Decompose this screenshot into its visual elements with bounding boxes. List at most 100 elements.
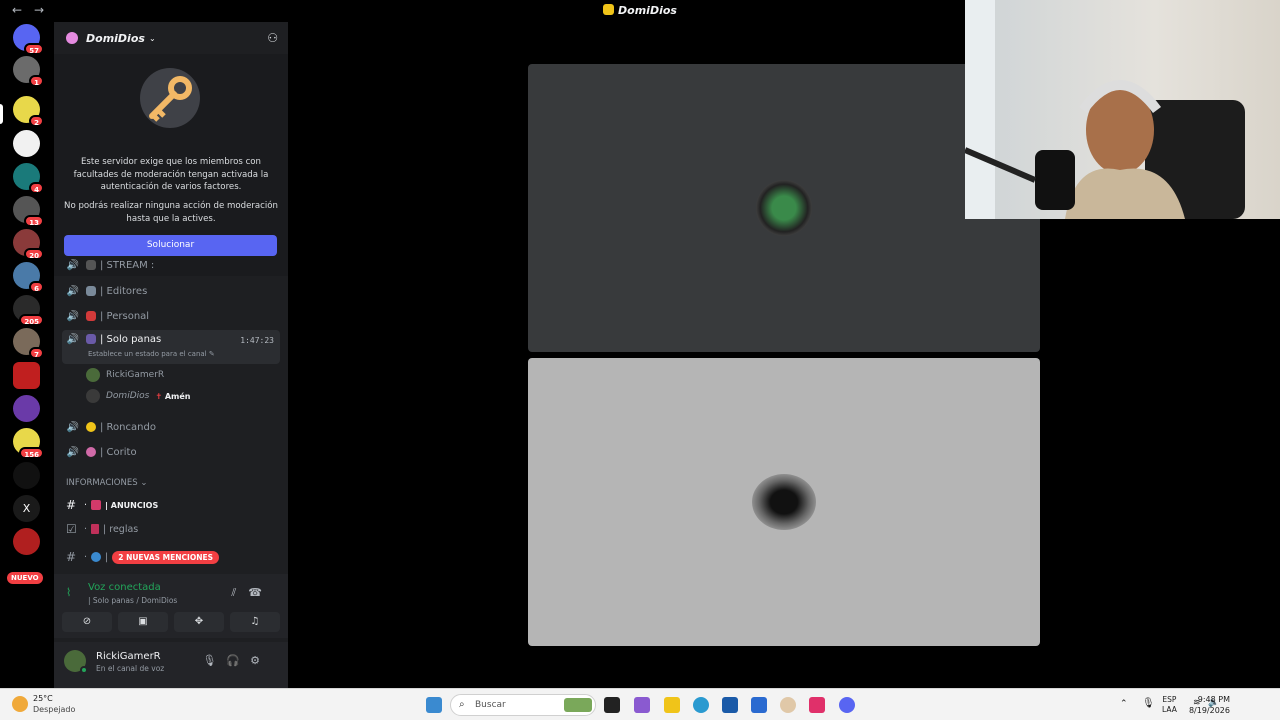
copilot-icon[interactable] (634, 697, 650, 713)
voice-channel-corito[interactable]: 🔊 | Corito (62, 441, 280, 463)
server-name: DomiDios (86, 31, 145, 45)
channel-divider: | (105, 551, 109, 563)
server-icon[interactable]: 13 (13, 196, 44, 227)
new-mentions-pill[interactable]: 2 NUEVAS MENCIONES (112, 550, 220, 564)
server-icon[interactable] (13, 395, 40, 422)
voice-channel-roncando[interactable]: 🔊 | Roncando (62, 416, 280, 438)
discord-taskbar-icon[interactable] (839, 697, 855, 713)
call-duration: 1:47:23 (240, 336, 274, 345)
fix-mfa-button[interactable]: Solucionar (64, 235, 277, 256)
microphone-tray-icon[interactable]: 🎙 (1142, 698, 1155, 709)
language-indicator[interactable]: ESP LAA (1162, 695, 1177, 715)
online-status-icon (80, 666, 88, 674)
voice-channel-personal[interactable]: 🔊 | Personal (62, 305, 280, 327)
avatar (752, 474, 816, 530)
text-channel-anuncios[interactable]: # · | ANUNCIOS (62, 494, 280, 516)
category-label: INFORMACIONES (66, 478, 138, 488)
layout-code: LAA (1162, 705, 1177, 714)
avatar (756, 180, 812, 236)
server-icon[interactable]: 20 (13, 229, 44, 260)
channel-emoji-icon (86, 260, 96, 270)
participant-tile[interactable] (528, 358, 1040, 646)
activities-button[interactable]: ✥ (174, 612, 224, 632)
voice-connection-panel: ⌇ Voz conectada | Solo panas / DomiDios … (54, 574, 288, 638)
voice-channel-stream[interactable]: 🔊 | STREAM : (62, 256, 280, 274)
chevron-down-icon: ⌄ (140, 478, 148, 488)
gear-icon[interactable]: ⚙ (250, 654, 270, 667)
category-informaciones[interactable]: INFORMACIONES ⌄ (66, 478, 147, 488)
task-view-icon[interactable] (604, 697, 620, 713)
weather-moon-icon[interactable] (12, 696, 28, 712)
unread-badge: 2 (29, 115, 44, 127)
username[interactable]: RickiGamerR (96, 651, 161, 662)
disconnect-icon[interactable]: ☎ (248, 586, 274, 599)
server-icon[interactable] (13, 462, 40, 489)
mfa-warning: No podrás realizar ninguna acción de mod… (64, 201, 278, 224)
unread-badge: 1 (29, 75, 44, 87)
server-icon[interactable] (13, 362, 40, 389)
home-discord-icon[interactable]: 57 (13, 24, 44, 55)
channel-label: | Roncando (100, 421, 156, 433)
voice-channel-solo-panas[interactable]: 🔊 | Solo panas 1:47:23 Establece un esta… (62, 330, 280, 364)
pencil-icon: ✎ (208, 350, 215, 358)
text-channel-globe[interactable]: # · | 2 NUEVAS MENCIONES (62, 546, 280, 568)
channel-emoji-icon (86, 311, 96, 321)
speaker-icon: 🔊 (66, 310, 80, 322)
key-illustration-icon (140, 68, 200, 128)
x-server-icon[interactable]: X (13, 495, 40, 522)
soundboard-button[interactable]: ♫ (230, 612, 280, 632)
avatar (86, 389, 100, 403)
text-channel-reglas[interactable]: ☑ · | reglas (62, 518, 280, 540)
member-name: DomiDios (106, 391, 150, 401)
voice-member[interactable]: DomiDios ✝ Amén (86, 387, 191, 405)
outlook-icon[interactable] (751, 697, 767, 713)
camera-off-button[interactable]: ⊘ (62, 612, 112, 632)
user-status: En el canal de voz (96, 664, 165, 673)
edge-icon[interactable] (693, 697, 709, 713)
rules-icon: ☑ (66, 522, 77, 536)
server-icon[interactable]: 6 (13, 262, 44, 293)
start-windows-icon[interactable] (426, 697, 442, 713)
server-icon[interactable]: 1 (13, 56, 44, 87)
participant-tile[interactable] (528, 64, 1040, 352)
unread-badge: 4 (29, 182, 44, 194)
server-icon[interactable]: 156 (13, 428, 44, 459)
server-header[interactable]: DomiDios ⌄ ⚇ (54, 22, 288, 54)
server-icon[interactable]: 205 (13, 295, 44, 326)
channel-label: | STREAM : (100, 259, 155, 271)
noise-suppression-icon[interactable]: ⫽ (231, 586, 248, 599)
invite-people-icon[interactable]: ⚇ (267, 31, 278, 45)
headphones-icon[interactable]: 🎧 (226, 654, 250, 667)
server-icon[interactable]: 7 (13, 328, 44, 359)
voice-member[interactable]: RickiGamerR (86, 366, 164, 384)
voice-channel-editores[interactable]: 🔊 | Editores (62, 280, 280, 302)
share-screen-button[interactable]: ▣ (118, 612, 168, 632)
file-explorer-icon[interactable] (664, 697, 680, 713)
system-clock[interactable]: 9:48 PM 8/19/2026 (1189, 694, 1230, 716)
weather-condition[interactable]: Despejado (33, 705, 75, 714)
channel-status[interactable]: Establece un estado para el canal ✎ (88, 350, 215, 358)
channel-label: | Corito (100, 446, 137, 458)
temperature[interactable]: 25°C (33, 694, 53, 703)
unread-badge: 205 (19, 314, 44, 326)
hash-icon: # (66, 498, 77, 512)
store-icon[interactable] (722, 697, 738, 713)
server-icon[interactable] (13, 528, 40, 555)
unread-badge: 6 (29, 281, 44, 293)
chevron-down-icon: ⌄ (148, 33, 156, 43)
server-icon[interactable]: 4 (13, 163, 44, 194)
new-unreads-pill[interactable]: NUEVO (7, 572, 43, 584)
signal-icon[interactable]: ⌇ (66, 586, 71, 599)
server-icon-domidios[interactable]: 2 (13, 96, 44, 127)
chevron-up-icon[interactable]: ⌃ (1120, 699, 1128, 709)
mfa-notice: Este servidor exige que los miembros con… (54, 54, 288, 276)
voice-connected-label[interactable]: Voz conectada (88, 582, 161, 593)
server-icon[interactable] (13, 130, 40, 157)
app-icon[interactable] (780, 697, 796, 713)
member-tag-text: Amén (164, 391, 191, 401)
voice-channel-path[interactable]: | Solo panas / DomiDios (88, 596, 177, 605)
channel-emoji-icon (86, 447, 96, 457)
selected-indicator (0, 104, 3, 124)
microphone-icon[interactable]: 🎙 (202, 654, 226, 667)
tiktok-icon[interactable] (809, 697, 825, 713)
